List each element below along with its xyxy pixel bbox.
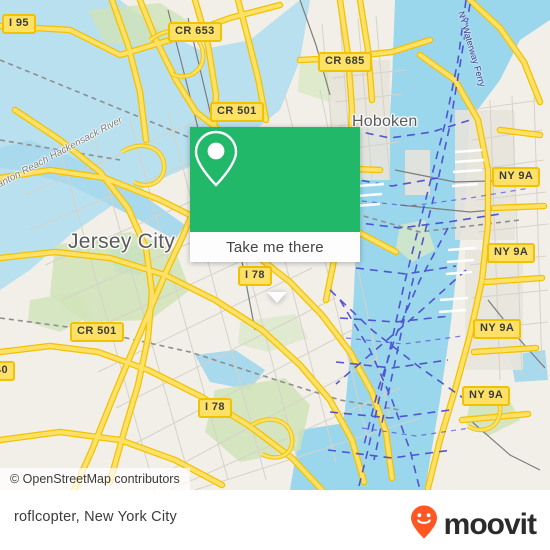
road-shield-i78-north[interactable]: I 78 [238,266,272,286]
road-shield-ny9a-3[interactable]: NY 9A [473,319,522,339]
map-label-hoboken: Hoboken [352,113,418,130]
moovit-brand[interactable]: moovit [409,504,537,545]
take-me-there-label: Take me there [226,238,324,256]
road-shield-ny9a-1[interactable]: NY 9A [492,167,541,187]
road-shield-cr501-south[interactable]: CR 501 [70,322,124,342]
map-attribution[interactable]: © OpenStreetMap contributors [0,468,190,490]
moovit-wordmark: moovit [443,507,537,541]
map-canvas[interactable]: Jersey City Hoboken anton Reach Hackensa… [0,0,550,490]
footer-bar: roflcopter, New York City moovit [0,490,550,550]
moovit-map-screenshot: Jersey City Hoboken anton Reach Hackensa… [0,0,550,550]
callout-pin-panel [190,127,360,232]
location-caption: roflcopter, New York City [14,509,177,525]
map-callout[interactable]: Take me there [190,127,360,303]
road-shield-i440[interactable]: 40 [0,361,16,381]
moovit-smiley-pin-icon [409,504,439,545]
road-shield-ny9a-4[interactable]: NY 9A [462,386,511,406]
road-shield-cr685[interactable]: CR 685 [318,52,372,72]
road-shield-cr501-north[interactable]: CR 501 [210,102,264,122]
take-me-there-button[interactable]: Take me there [190,232,360,262]
road-shield-cr653[interactable]: CR 653 [168,22,222,42]
road-shield-i78-south[interactable]: I 78 [198,398,232,418]
map-label-jersey-city: Jersey City [68,230,176,253]
road-shield-ny9a-2[interactable]: NY 9A [487,243,536,263]
callout-pointer [267,292,287,303]
road-shield-i95[interactable]: I 95 [2,14,36,34]
